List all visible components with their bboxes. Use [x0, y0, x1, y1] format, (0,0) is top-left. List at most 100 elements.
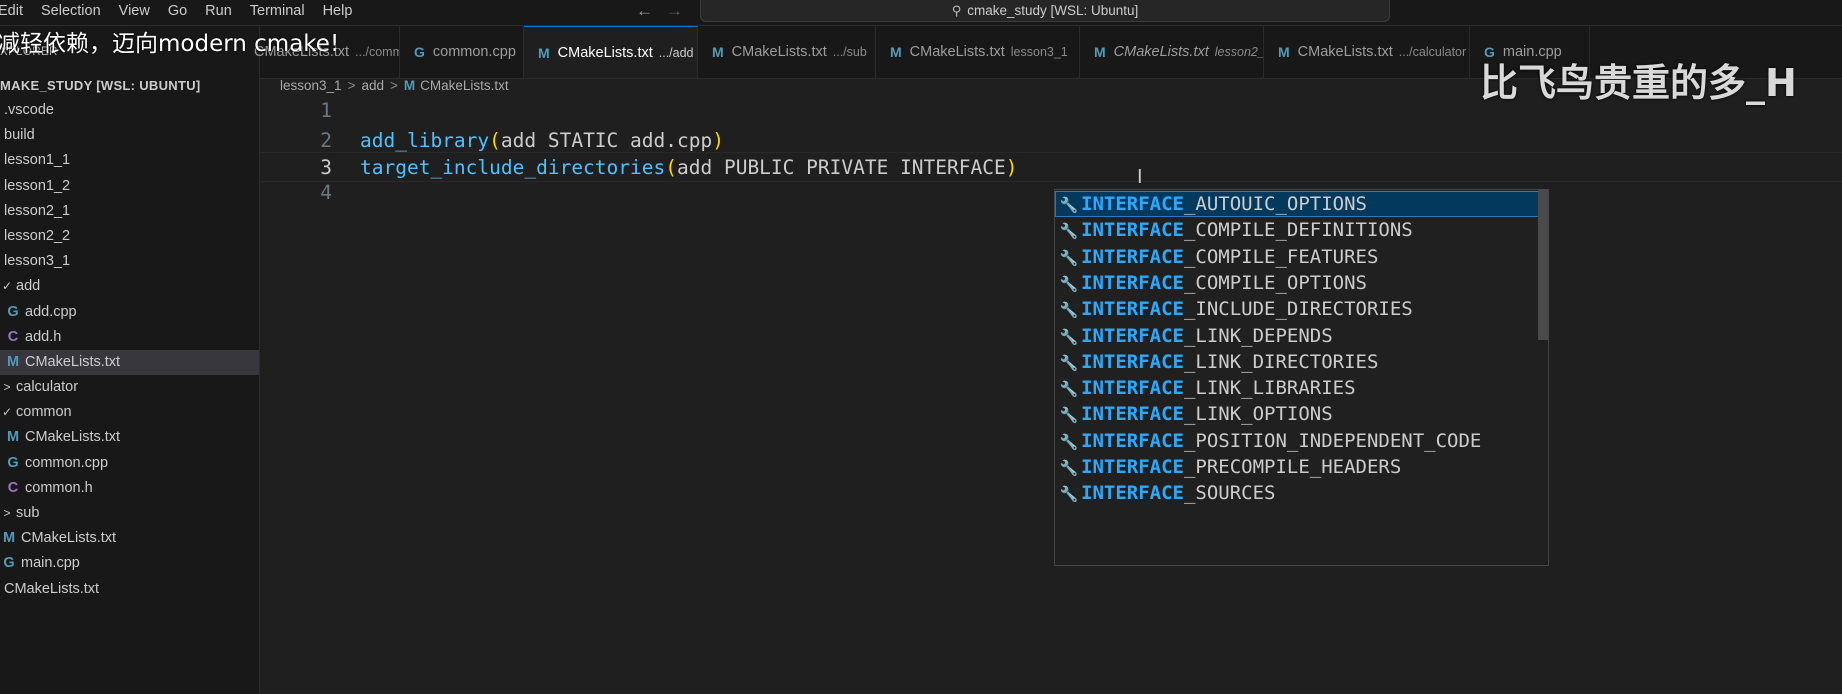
wrench-icon: 🔧	[1059, 327, 1079, 346]
tree-item-cmakelists-txt[interactable]: CMakeLists.txt	[0, 577, 259, 602]
tree-item-lesson2-1[interactable]: lesson2_1	[0, 199, 259, 224]
suggest-match-text: INTERFACE	[1081, 324, 1184, 347]
back-arrow-icon[interactable]: ←	[636, 0, 653, 22]
menu-view[interactable]: View	[119, 3, 150, 19]
tab-label: CMakeLists.txt	[1113, 44, 1209, 60]
code-paren-token: )	[1005, 156, 1018, 179]
forward-arrow-icon[interactable]: →	[666, 0, 683, 22]
code-line[interactable]: 4	[260, 178, 1842, 208]
breadcrumb-file[interactable]: CMakeLists.txt	[420, 78, 509, 93]
menu-terminal[interactable]: Terminal	[250, 3, 305, 19]
code-paren-token: )	[712, 129, 724, 152]
tab-cmakelists-txt-lesson31[interactable]: M CMakeLists.txt lesson3_1	[876, 26, 1080, 78]
tree-item-lesson1-2[interactable]: lesson1_2	[0, 174, 259, 199]
tab-cmakelists-txt-add[interactable]: M CMakeLists.txt .../add	[524, 26, 698, 78]
explorer-sidebar: XPLORER MAKE_STUDY [WSL: UBUNTU] .vscode…	[0, 26, 260, 694]
cmake-file-icon: M	[538, 44, 550, 61]
tree-item-label: build	[4, 127, 35, 144]
wrench-icon: 🔧	[1059, 485, 1079, 504]
suggest-item[interactable]: 🔧 INTERFACE_LINK_LIBRARIES	[1055, 375, 1540, 401]
watermark-overlay: 比飞鸟贵重的多_H	[1480, 61, 1797, 105]
tree-item-add-cpp[interactable]: Gadd.cpp	[0, 300, 259, 325]
tab-common-cpp[interactable]: Gcommon.cpp	[400, 26, 524, 78]
suggest-item[interactable]: 🔧 INTERFACE_COMPILE_FEATURES	[1055, 244, 1540, 270]
suggest-match-text: INTERFACE	[1081, 377, 1184, 400]
cmake-file-icon: M	[1094, 44, 1106, 60]
breadcrumb-item[interactable]: lesson3_1	[280, 78, 342, 93]
command-center[interactable]: ⚲ cmake_study [WSL: Ubuntu]	[700, 0, 1390, 22]
suggest-scrollbar[interactable]	[1538, 190, 1548, 340]
tree-item-lesson2-2[interactable]: lesson2_2	[0, 224, 259, 249]
suggest-item[interactable]: 🔧 INTERFACE_POSITION_INDEPENDENT_CODE	[1055, 428, 1540, 454]
tree-item-lesson1-1[interactable]: lesson1_1	[0, 148, 259, 173]
menu-edit[interactable]: Edit	[0, 3, 23, 19]
suggest-item[interactable]: 🔧 INTERFACE_SOURCES	[1055, 480, 1540, 506]
tree-item--vscode[interactable]: .vscode	[0, 98, 259, 123]
tree-item-label: common.cpp	[25, 454, 109, 471]
tab-description: lesson3_1	[1010, 45, 1068, 59]
tree-item-add-h[interactable]: Cadd.h	[0, 325, 259, 350]
suggest-item-rest: _SOURCES	[1183, 482, 1276, 505]
line-number: 1	[320, 99, 332, 122]
menu-go[interactable]: Go	[168, 3, 187, 19]
suggest-item-rest: _COMPILE_DEFINITIONS	[1183, 219, 1413, 242]
tab-label: CMakeLists.txt	[909, 44, 1005, 60]
tree-item-add[interactable]: ✓ add	[0, 274, 259, 299]
line-number: 4	[320, 181, 332, 204]
chevron-right-icon: >	[389, 77, 398, 93]
cmake-file-icon: M	[6, 353, 20, 370]
tree-item-cmakelists-txt[interactable]: M CMakeLists.txt	[0, 526, 259, 551]
tree-item-label: lesson3_1	[4, 253, 71, 270]
cpp-file-icon: G	[414, 44, 425, 60]
header-file-icon: C	[7, 479, 19, 496]
tree-item-common-cpp[interactable]: Gcommon.cpp	[0, 451, 259, 476]
tree-item-main-cpp[interactable]: Gmain.cpp	[0, 551, 259, 576]
tree-item-lesson3-1[interactable]: lesson3_1	[0, 249, 259, 274]
code-function-token: target_include_directories	[360, 156, 666, 179]
suggest-item-rest: _LINK_OPTIONS	[1183, 403, 1333, 426]
tree-item-common[interactable]: ✓ common	[0, 400, 259, 425]
menu-selection[interactable]: Selection	[41, 3, 101, 19]
menu-bar: Edit Selection View Go Run Terminal Help	[0, 0, 370, 22]
suggest-item[interactable]: 🔧 INTERFACE_AUTOUIC_OPTIONS	[1055, 191, 1540, 217]
suggest-item[interactable]: 🔧 INTERFACE_COMPILE_DEFINITIONS	[1055, 217, 1540, 243]
tab-cmakelists-txt-calculator[interactable]: M CMakeLists.txt .../calculator	[1264, 26, 1470, 78]
tree-item-label: CMakeLists.txt	[25, 429, 121, 446]
code-paren-token: (	[489, 129, 501, 152]
workspace-title[interactable]: MAKE_STUDY [WSL: UBUNTU]	[0, 78, 201, 93]
title-bar: Edit Selection View Go Run Terminal Help ← → ⚲…	[0, 0, 1842, 26]
suggest-item[interactable]: 🔧 INTERFACE_INCLUDE_DIRECTORIES	[1055, 296, 1540, 322]
tree-item-label: lesson2_1	[4, 202, 71, 219]
tree-item-label: common.h	[25, 479, 93, 496]
tree-item-common-h[interactable]: Ccommon.h	[0, 476, 259, 501]
menu-help[interactable]: Help	[323, 3, 353, 19]
wrench-icon: 🔧	[1059, 248, 1079, 267]
wrench-icon: 🔧	[1059, 459, 1079, 477]
tree-item-calculator[interactable]: > calculator	[0, 375, 259, 400]
cpp-file-icon: G	[3, 555, 15, 572]
suggest-item-rest: _POSITION_INDEPENDENT_CODE	[1183, 429, 1482, 452]
tab-cmakelists-txt-sub[interactable]: M CMakeLists.txt .../sub	[698, 26, 876, 78]
suggest-item[interactable]: 🔧 INTERFACE_LINK_DIRECTORIES	[1055, 349, 1540, 375]
tree-item-cmakelists-txt[interactable]: M CMakeLists.txt	[0, 349, 259, 376]
suggest-item-rest: _PRECOMPILE_HEADERS	[1183, 456, 1402, 478]
tree-item-label: add.h	[25, 328, 62, 345]
header-file-icon: C	[7, 328, 19, 345]
code-paren-token: (	[665, 156, 677, 179]
tab-cmakelists-txt-lesson21[interactable]: M CMakeLists.txt lesson2_1	[1080, 26, 1264, 78]
code-editor[interactable]: 1 2 add_library(add STATIC add.cpp) 3 target…	[260, 96, 1842, 694]
menu-run[interactable]: Run	[205, 3, 232, 19]
suggest-item[interactable]: 🔧 INTERFACE_LINK_DEPENDS	[1055, 323, 1540, 349]
cpp-file-icon: G	[7, 454, 19, 471]
suggest-item[interactable]: 🔧 INTERFACE_PRECOMPILE_HEADERS	[1055, 454, 1540, 480]
suggest-item[interactable]: 🔧 INTERFACE_LINK_OPTIONS	[1055, 401, 1540, 427]
tree-item-sub[interactable]: > sub	[0, 501, 259, 526]
tree-item-build[interactable]: build	[0, 123, 259, 148]
code-args-token: add STATIC add.cpp	[500, 129, 713, 152]
tree-item-cmakelists-txt[interactable]: M CMakeLists.txt	[0, 425, 259, 450]
suggest-item[interactable]: 🔧 INTERFACE_COMPILE_OPTIONS	[1055, 270, 1540, 296]
tree-item-label: CMakeLists.txt	[25, 353, 121, 370]
breadcrumb-item[interactable]: add	[361, 78, 384, 93]
autocomplete-suggest-widget: 🔧 INTERFACE_AUTOUIC_OPTIONS 🔧 INTERFACE_COM…	[1054, 189, 1549, 566]
tab-description: .../add	[658, 45, 694, 60]
